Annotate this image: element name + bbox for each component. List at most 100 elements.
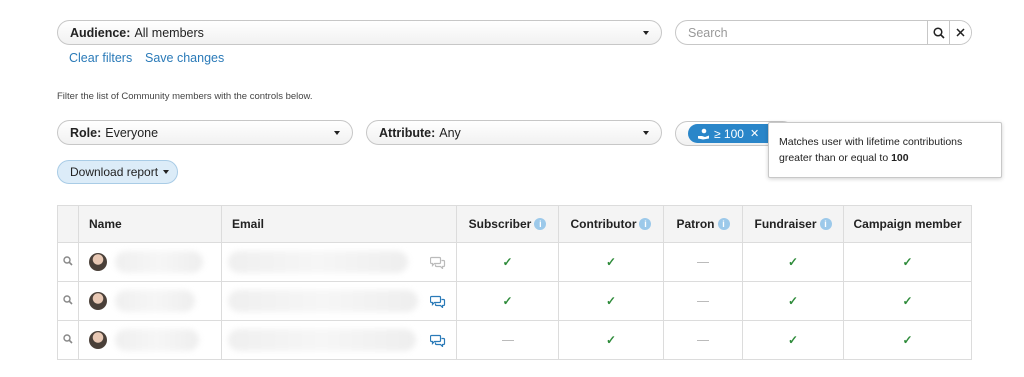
avatar[interactable] <box>89 331 107 349</box>
header-patron[interactable]: Patron i <box>663 205 743 243</box>
contributor-cell: ✓ <box>558 281 664 321</box>
zoom-cell[interactable] <box>57 281 79 321</box>
header-name-label: Name <box>89 217 122 231</box>
fundraiser-check-icon: ✓ <box>787 294 799 308</box>
role-label: Role: <box>70 125 102 140</box>
tooltip-value: 100 <box>891 152 909 164</box>
header-subscriber-label: Subscriber <box>468 217 532 231</box>
audience-select[interactable]: Audience: All members <box>57 20 662 45</box>
header-contributor-label: Contributor <box>570 217 637 231</box>
zoom-cell[interactable] <box>57 320 79 360</box>
attribute-label: Attribute: <box>379 125 436 140</box>
fundraiser-cell: ✓ <box>742 281 844 321</box>
header-zoom <box>57 205 79 243</box>
chat-disabled-icon <box>430 256 446 269</box>
header-email[interactable]: Email <box>221 205 457 243</box>
search-button[interactable] <box>927 21 949 44</box>
close-icon <box>956 28 965 37</box>
header-name[interactable]: Name <box>78 205 222 243</box>
email-cell <box>221 242 457 282</box>
filter-help-text: Filter the list of Community members wit… <box>57 91 313 102</box>
contributor-cell: ✓ <box>558 320 664 360</box>
tooltip-line2: greater than or equal to 100 <box>779 150 991 166</box>
avatar[interactable] <box>89 253 107 271</box>
audience-label: Audience: <box>70 25 131 40</box>
subscriber-check-icon: ✓ <box>502 255 513 269</box>
chat-icon[interactable] <box>430 295 446 308</box>
header-campaign-member[interactable]: Campaign member <box>843 205 972 243</box>
tooltip-line1: Matches user with lifetime contributions <box>779 136 963 148</box>
redacted-email <box>228 290 418 312</box>
header-fundraiser[interactable]: Fundraiser i <box>742 205 844 243</box>
header-campaign-member-label: Campaign member <box>853 217 962 231</box>
zoom-icon <box>63 256 73 266</box>
zoom-icon <box>63 334 73 344</box>
contributor-cell: ✓ <box>558 242 664 282</box>
remove-chip-icon[interactable]: ✕ <box>750 127 759 140</box>
avatar[interactable] <box>89 292 107 310</box>
fundraiser-cell: ✓ <box>742 320 844 360</box>
patron-dash-icon <box>697 340 709 342</box>
info-icon[interactable]: i <box>534 218 547 230</box>
redacted-name <box>115 290 195 312</box>
subscriber-cell: ✓ <box>456 242 559 282</box>
subscriber-check-icon: ✓ <box>502 294 513 308</box>
role-select[interactable]: Role: Everyone <box>57 120 353 145</box>
header-patron-label: Patron <box>676 217 715 231</box>
download-report-label: Download report <box>70 165 159 179</box>
campaign-member-check-icon: ✓ <box>902 333 913 347</box>
attribute-value: Any <box>439 125 461 140</box>
table-row: ✓ ✓ ✓ ✓ <box>57 281 972 321</box>
campaign-member-cell: ✓ <box>843 281 972 321</box>
subscriber-cell: ✓ <box>456 281 559 321</box>
patron-cell <box>663 320 743 360</box>
header-contributor[interactable]: Contributor i <box>558 205 664 243</box>
info-icon[interactable]: i <box>717 218 730 230</box>
redacted-email <box>228 329 416 351</box>
contributor-check-icon: ✓ <box>605 255 617 269</box>
campaign-member-cell: ✓ <box>843 320 972 360</box>
table-row: ✓ ✓ ✓ <box>57 320 972 360</box>
header-email-label: Email <box>232 217 265 231</box>
subscriber-dash-icon <box>501 340 514 342</box>
contribution-filter-value: ≥ 100 <box>714 126 744 141</box>
table-row: ✓ ✓ ✓ ✓ <box>57 242 972 282</box>
subscriber-cell <box>456 320 559 360</box>
header-fundraiser-label: Fundraiser <box>754 217 817 231</box>
redacted-name <box>115 329 199 351</box>
tooltip-line2-prefix: greater than or equal to <box>779 152 892 164</box>
info-icon[interactable]: i <box>819 218 832 230</box>
patron-cell <box>663 242 743 282</box>
info-icon[interactable]: i <box>639 218 652 230</box>
zoom-cell[interactable] <box>57 242 79 282</box>
contributor-check-icon: ✓ <box>605 333 617 347</box>
search-box <box>675 20 972 45</box>
contributor-check-icon: ✓ <box>605 294 617 308</box>
search-icon <box>932 26 945 39</box>
chat-icon[interactable] <box>430 334 446 347</box>
redacted-email <box>228 251 408 273</box>
save-changes-link[interactable]: Save changes <box>145 51 224 65</box>
attribute-select[interactable]: Attribute: Any <box>366 120 662 145</box>
fundraiser-cell: ✓ <box>742 242 844 282</box>
caret-down-icon <box>334 131 340 135</box>
name-cell <box>78 320 222 360</box>
fundraiser-check-icon: ✓ <box>787 333 799 347</box>
table-header-row: Name Email Subscriber i Contributor i Patr… <box>57 205 972 243</box>
caret-down-icon <box>643 31 649 35</box>
clear-search-button[interactable] <box>949 21 971 44</box>
download-report-button[interactable]: Download report <box>57 160 178 184</box>
clear-filters-link[interactable]: Clear filters <box>69 51 132 65</box>
fundraiser-check-icon: ✓ <box>787 255 799 269</box>
email-cell <box>221 320 457 360</box>
patron-dash-icon <box>697 262 709 264</box>
patron-dash-icon <box>697 301 709 303</box>
campaign-member-cell: ✓ <box>843 242 972 282</box>
search-input[interactable] <box>676 21 927 44</box>
caret-down-icon <box>643 131 649 135</box>
header-subscriber[interactable]: Subscriber i <box>456 205 559 243</box>
contribution-filter-chip[interactable]: ≥ 100 ✕ <box>688 124 778 143</box>
campaign-member-check-icon: ✓ <box>902 294 913 308</box>
campaign-member-check-icon: ✓ <box>902 255 913 269</box>
zoom-icon <box>63 295 73 305</box>
